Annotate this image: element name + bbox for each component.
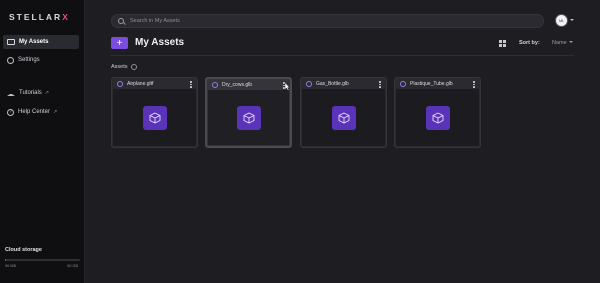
asset-thumbnail[interactable] xyxy=(208,90,289,145)
asset-thumbnail[interactable] xyxy=(396,89,479,146)
cube-icon xyxy=(236,105,261,130)
asset-name: Plastique_Tube.glb xyxy=(410,80,453,87)
sidebar-item-tutorials[interactable]: Tutorials ↗ xyxy=(3,86,79,100)
asset-card[interactable]: Airplane.gltf xyxy=(111,77,198,148)
folder-icon xyxy=(7,39,15,45)
asset-card[interactable]: Plastique_Tube.glb xyxy=(394,77,481,148)
more-options-icon[interactable] xyxy=(190,81,192,88)
page-title: My Assets xyxy=(135,37,185,48)
info-icon[interactable] xyxy=(131,64,137,70)
graduation-cap-icon xyxy=(7,91,15,96)
sidebar-item-label: Help Center xyxy=(18,109,51,115)
more-options-icon[interactable] xyxy=(473,81,475,88)
asset-name: Gas_Bottle.glb xyxy=(316,80,349,87)
external-link-icon: ↗ xyxy=(53,109,58,115)
add-asset-button[interactable]: + xyxy=(111,37,128,49)
sort-label: Sort by: xyxy=(519,40,540,46)
storage-used: 90 MB xyxy=(5,264,16,268)
cube-icon xyxy=(331,105,356,130)
more-options-icon[interactable] xyxy=(379,81,381,88)
sidebar-item-settings[interactable]: Settings xyxy=(3,53,79,67)
section-label: Assets xyxy=(111,64,128,70)
sort-select[interactable]: Name xyxy=(552,40,573,46)
cube-icon xyxy=(142,105,167,130)
avatar[interactable]: ML xyxy=(555,14,568,27)
asset-name: Airplane.gltf xyxy=(127,80,154,87)
search-input[interactable] xyxy=(130,18,510,24)
sidebar-item-label: Settings xyxy=(18,57,40,63)
sidebar: STELLARX My Assets Settings Tutorials ↗ … xyxy=(0,0,85,283)
sidebar-item-help-center[interactable]: ? Help Center ↗ xyxy=(3,105,79,119)
cube-icon xyxy=(425,105,450,130)
storage-progress-bar xyxy=(5,259,80,261)
asset-thumbnail[interactable] xyxy=(113,89,196,146)
file-icon xyxy=(400,80,406,87)
file-icon xyxy=(212,81,218,88)
pointer-cursor-icon xyxy=(284,82,290,91)
help-icon: ? xyxy=(7,108,14,116)
asset-card[interactable]: Dry_cows.glb xyxy=(205,77,292,148)
chevron-down-icon[interactable] xyxy=(570,19,574,21)
external-link-icon: ↗ xyxy=(44,90,49,96)
storage-progress-fill xyxy=(5,259,6,261)
gear-icon xyxy=(7,56,14,64)
asset-name: Dry_cows.glb xyxy=(222,81,253,88)
sidebar-item-label: My Assets xyxy=(19,39,49,45)
sidebar-item-my-assets[interactable]: My Assets xyxy=(3,35,79,49)
asset-card[interactable]: Gas_Bottle.glb xyxy=(300,77,387,148)
storage-total: 50 GB xyxy=(67,264,78,268)
logo[interactable]: STELLARX xyxy=(9,12,70,22)
file-icon xyxy=(306,80,312,87)
storage-title: Cloud storage xyxy=(5,247,42,253)
search-bar[interactable] xyxy=(111,14,544,28)
divider xyxy=(111,55,574,56)
chevron-down-icon xyxy=(568,41,573,43)
sidebar-item-label: Tutorials xyxy=(19,90,42,96)
grid-view-icon[interactable] xyxy=(499,40,506,47)
file-icon xyxy=(117,80,123,87)
search-icon xyxy=(118,18,124,24)
asset-thumbnail[interactable] xyxy=(302,89,385,146)
